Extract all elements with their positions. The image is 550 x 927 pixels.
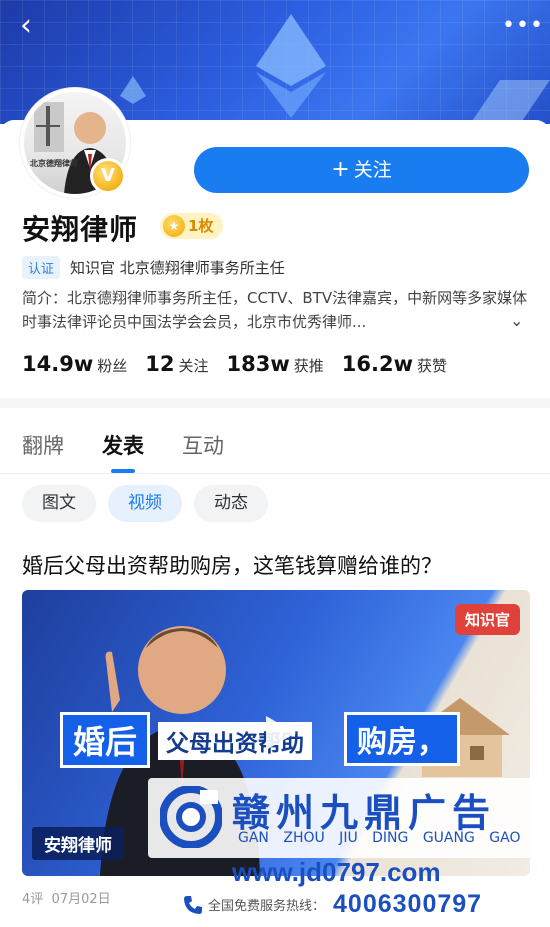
tabs-underline-divider <box>0 473 550 474</box>
content-tabs: 翻牌 发表 互动 <box>22 430 262 473</box>
hotline-label: 全国免费服务热线： <box>208 899 326 914</box>
video-headline-1: 婚后 <box>60 712 151 768</box>
tab-interactions[interactable]: 互动 <box>182 430 224 460</box>
avatar-firm-text: 北京德翔律师 <box>30 159 78 168</box>
ethereum-small-decoration-icon <box>120 76 146 104</box>
certification-tag: 认证 <box>22 256 61 279</box>
certification-row: 认证 知识官 北京德翔律师事务所主任 <box>22 256 285 279</box>
stat-number: 14.9w <box>22 352 94 376</box>
medal-badge[interactable]: ★ 1枚 <box>160 213 224 239</box>
stat-likes[interactable]: 16.2w 获赞 <box>342 352 447 376</box>
stat-following[interactable]: 12 关注 <box>145 352 208 376</box>
chip-graphic-text[interactable]: 图文 <box>22 485 96 522</box>
stat-label: 获推 <box>293 357 324 375</box>
stat-label: 关注 <box>178 357 209 375</box>
verified-v-badge: V <box>90 158 126 194</box>
post-comment-count: 4评 <box>22 892 44 907</box>
watermark-url: www.jd0797.com <box>232 857 441 887</box>
hotline-number: 4006300797 <box>333 890 483 918</box>
post-meta: 4评 07月02日 <box>22 888 111 907</box>
watermark-banner: 赣州九鼎广告 GAN ZHOU JIU DING GUANG GAO <box>148 778 540 858</box>
profile-stats: 14.9w 粉丝 12 关注 183w 获推 16.2w 获赞 <box>22 352 465 376</box>
follow-button-label: 关注 <box>353 159 392 181</box>
plus-icon: + <box>331 157 350 182</box>
presenter-name-tag: 安翔律师 <box>32 827 124 860</box>
stat-number: 12 <box>145 352 175 376</box>
watermark-company-name: 赣州九鼎广告 <box>232 791 497 835</box>
tab-fanpai[interactable]: 翻牌 <box>22 430 64 460</box>
post-date: 07月02日 <box>51 892 111 907</box>
more-options-button[interactable]: ••• <box>502 14 543 38</box>
expand-intro-chevron-icon[interactable]: ⌄ <box>510 311 523 330</box>
section-divider <box>0 398 550 408</box>
stat-recommended[interactable]: 183w 获推 <box>226 352 323 376</box>
arrow-decoration-icon <box>470 80 550 124</box>
filter-chips: 图文 视频 动态 <box>22 485 280 522</box>
profile-intro[interactable]: 简介：北京德翔律师事务所主任，CCTV、BTV法律嘉宾，中新网等多家媒体时事法律… <box>22 286 532 334</box>
zhishiguan-logo: 知识官 <box>454 604 520 635</box>
watermark-hotline: 全国免费服务热线： 4006300797 <box>182 890 482 919</box>
chip-video[interactable]: 视频 <box>108 485 182 522</box>
medal-star-icon: ★ <box>163 215 185 237</box>
profile-name: 安翔律师 <box>22 213 139 246</box>
intro-text: 北京德翔律师事务所主任，CCTV、BTV法律嘉宾，中新网等多家媒体时事法律评论员… <box>22 289 528 331</box>
post-title[interactable]: 婚后父母出资帮助购房，这笔钱算赠给谁的？ <box>22 550 442 580</box>
play-icon[interactable] <box>258 712 300 754</box>
stat-label: 获赞 <box>416 357 447 375</box>
follow-button[interactable]: + 关注 <box>194 147 529 193</box>
stat-label: 粉丝 <box>97 357 128 375</box>
chip-updates[interactable]: 动态 <box>194 485 268 522</box>
certification-text: 知识官 北京德翔律师事务所主任 <box>70 259 285 277</box>
stat-number: 183w <box>226 352 290 376</box>
intro-label: 简介： <box>22 289 68 307</box>
tab-posts[interactable]: 发表 <box>102 430 144 473</box>
swirl-logo-icon <box>160 786 222 848</box>
video-headline-3: 购房， <box>344 712 460 766</box>
stat-followers[interactable]: 14.9w 粉丝 <box>22 352 127 376</box>
medal-count: 1枚 <box>188 217 214 235</box>
watermark-pinyin: GAN ZHOU JIU DING GUANG GAO <box>238 830 521 846</box>
back-button[interactable]: ‹ <box>20 10 52 42</box>
stat-number: 16.2w <box>341 352 413 376</box>
phone-icon <box>184 895 202 914</box>
ethereum-decoration-icon <box>256 14 326 118</box>
